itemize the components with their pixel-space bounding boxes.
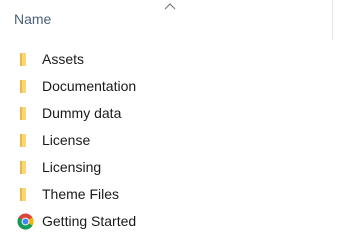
list-item-dummy-data[interactable]: Dummy data	[0, 100, 340, 127]
chevron-up-icon[interactable]	[164, 2, 176, 10]
list-item-label: Getting Started	[42, 213, 137, 229]
file-list: Assets Documentation Dummy data License	[0, 46, 340, 235]
name-column-header[interactable]: Name	[14, 11, 51, 27]
list-item-documentation[interactable]: Documentation	[0, 73, 340, 100]
folder-icon	[20, 134, 26, 147]
folder-icon	[20, 161, 26, 174]
file-explorer: Name Assets Documentation Dummy data Lic…	[0, 0, 340, 241]
list-item-licensing[interactable]: Licensing	[0, 154, 340, 181]
list-item-license[interactable]: License	[0, 127, 340, 154]
column-header: Name	[0, 0, 340, 44]
folder-icon	[20, 188, 26, 201]
list-item-label: Theme Files	[42, 186, 120, 202]
list-item-label: Licensing	[42, 159, 102, 175]
list-item-assets[interactable]: Assets	[0, 46, 340, 73]
chrome-icon	[17, 213, 34, 230]
folder-icon	[20, 80, 26, 93]
list-item-label: Assets	[42, 51, 85, 67]
list-item-theme-files[interactable]: Theme Files	[0, 181, 340, 208]
list-item-getting-started[interactable]: Getting Started	[0, 208, 340, 235]
list-item-label: Dummy data	[42, 105, 122, 121]
folder-icon	[20, 53, 26, 66]
folder-icon	[20, 107, 26, 120]
list-item-label: Documentation	[42, 78, 137, 94]
list-item-label: License	[42, 132, 91, 148]
column-divider[interactable]	[332, 0, 333, 40]
